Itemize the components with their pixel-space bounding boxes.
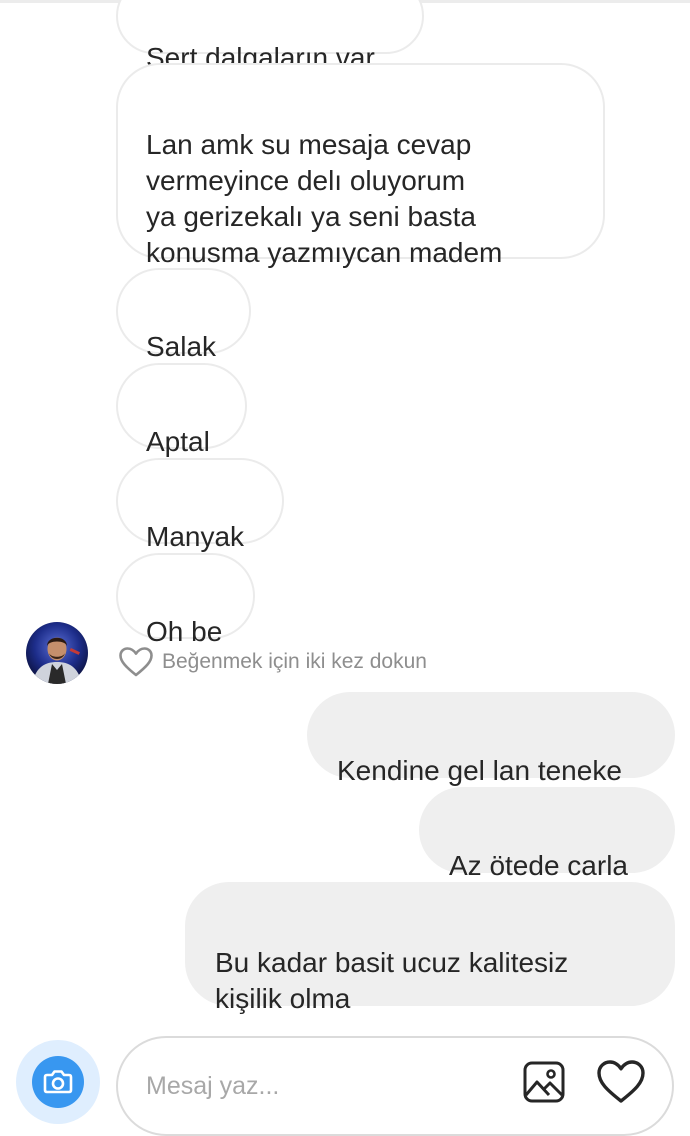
avatar-image	[26, 622, 88, 684]
avatar[interactable]	[26, 622, 88, 684]
incoming-message[interactable]: Salak	[116, 268, 251, 362]
outgoing-message[interactable]: Az ötede carla	[419, 787, 675, 881]
double-tap-like-hint: Beğenmek için iki kez dokun	[118, 645, 427, 679]
message-text: Bu kadar basit ucuz kalitesiz kişilik ol…	[215, 947, 569, 1014]
outgoing-message[interactable]: Bu kadar basit ucuz kalitesiz kişilik ol…	[185, 882, 675, 1014]
message-text: Salak	[146, 331, 217, 362]
heart-icon[interactable]	[596, 1058, 646, 1106]
message-text: Manyak	[146, 521, 245, 552]
incoming-message[interactable]: Oh be	[116, 553, 255, 647]
incoming-message[interactable]: Aptal	[116, 363, 247, 457]
heart-outline-icon[interactable]	[118, 646, 154, 678]
message-text: Az ötede carla	[449, 850, 628, 881]
message-text: Lan amk su mesaja cevap vermeyince delı …	[146, 129, 503, 268]
incoming-message[interactable]: Lan amk su mesaja cevap vermeyince delı …	[116, 63, 605, 268]
camera-button[interactable]	[16, 1040, 100, 1124]
message-text: Kendine gel lan teneke	[337, 755, 622, 786]
message-text: Aptal	[146, 426, 210, 457]
message-input[interactable]	[146, 1066, 506, 1106]
like-hint-text: Beğenmek için iki kez dokun	[162, 650, 427, 673]
message-composer	[116, 1036, 674, 1136]
camera-button-inner	[32, 1056, 84, 1108]
incoming-message[interactable]: Manyak	[116, 458, 284, 552]
gallery-icon[interactable]	[522, 1060, 566, 1104]
outgoing-message[interactable]: Kendine gel lan teneke	[307, 692, 675, 786]
camera-icon	[43, 1070, 73, 1094]
incoming-message[interactable]: Sert dalgaların var	[116, 0, 424, 73]
